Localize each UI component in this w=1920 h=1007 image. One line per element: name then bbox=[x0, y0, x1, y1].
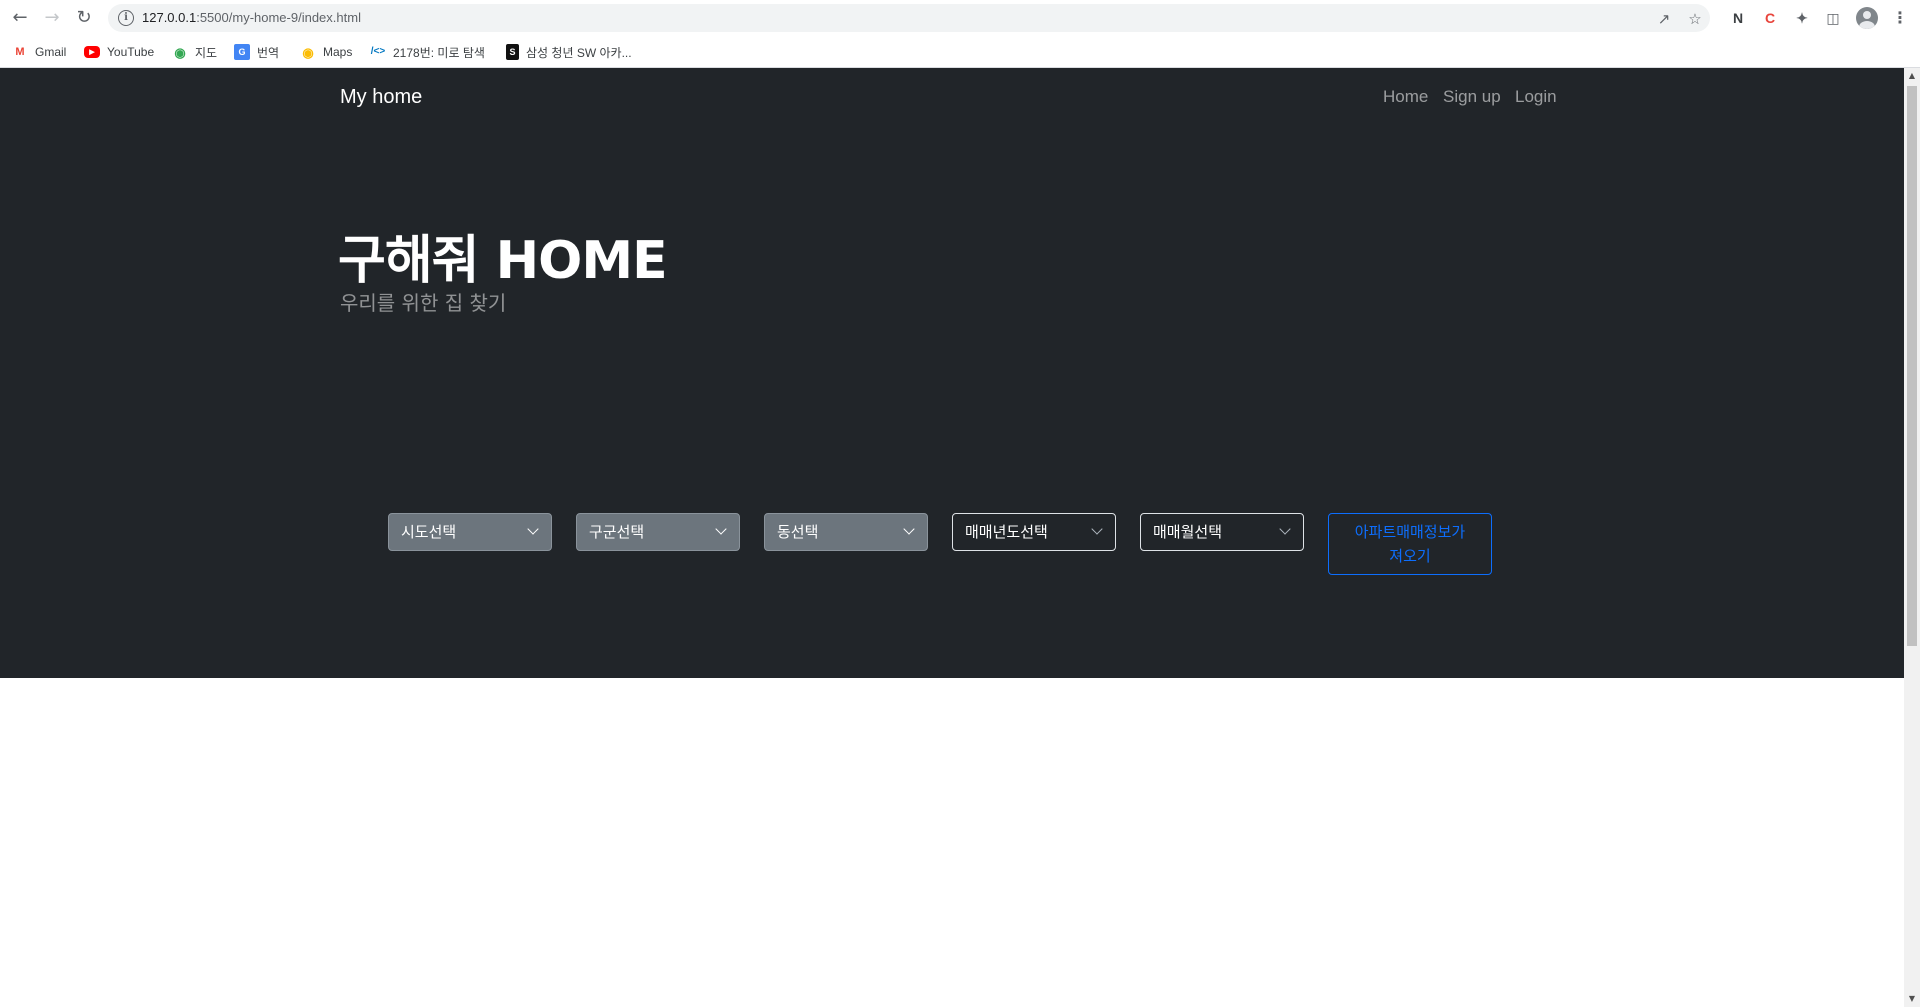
sido-select[interactable]: 시도선택 bbox=[388, 513, 552, 551]
youtube-icon: ▶ bbox=[84, 46, 100, 58]
bookmark-gmail[interactable]: M Gmail bbox=[12, 41, 66, 63]
bookmark-label: 2178번: 미로 탐색 bbox=[393, 45, 485, 60]
scroll-thumb[interactable] bbox=[1907, 86, 1917, 646]
year-select-value: 매매년도선택 bbox=[965, 523, 1048, 541]
nav-login-link[interactable]: Login bbox=[1515, 87, 1557, 107]
scroll-down-arrow-icon[interactable]: ▼ bbox=[1904, 991, 1920, 1007]
browser-menu-icon[interactable]: ⋮ bbox=[1892, 8, 1908, 28]
bookmark-label: 삼성 청년 SW 아카... bbox=[526, 45, 632, 60]
gugun-select[interactable]: 구군선택 bbox=[576, 513, 740, 551]
extension-n-icon[interactable]: N bbox=[1728, 8, 1748, 28]
bookmark-ssafy[interactable]: S 삼성 청년 SW 아카... bbox=[506, 41, 632, 63]
month-select-value: 매매월선택 bbox=[1153, 523, 1223, 541]
bookmark-baekjoon[interactable]: /<> 2178번: 미로 탐색 bbox=[370, 41, 485, 63]
chevron-down-icon bbox=[715, 523, 727, 535]
back-arrow-icon[interactable]: ← bbox=[8, 6, 32, 30]
nav-signup-link[interactable]: Sign up bbox=[1443, 87, 1501, 107]
dong-select-value: 동선택 bbox=[777, 523, 819, 541]
bookmark-label: 지도 bbox=[195, 45, 218, 60]
address-bar[interactable]: i 127.0.0.1:5500/my-home-9/index.html ↗ … bbox=[108, 4, 1710, 32]
year-select[interactable]: 매매년도선택 bbox=[952, 513, 1116, 551]
bookmark-map[interactable]: ◉ 지도 bbox=[172, 41, 217, 63]
bookmark-label: YouTube bbox=[107, 45, 155, 59]
bookmark-label: Maps bbox=[323, 45, 353, 59]
chevron-down-icon bbox=[527, 523, 539, 535]
page-scrollbar[interactable]: ▲ ▼ bbox=[1904, 68, 1920, 1007]
url-host: 127.0.0.1 bbox=[142, 10, 197, 25]
bookmark-label: Gmail bbox=[35, 45, 67, 59]
month-select[interactable]: 매매월선택 bbox=[1140, 513, 1304, 551]
ssafy-icon: S bbox=[506, 44, 519, 60]
bookmark-translate[interactable]: G 번역 bbox=[234, 41, 279, 63]
code-bracket-icon: /<> bbox=[370, 46, 386, 57]
profile-avatar-icon[interactable] bbox=[1856, 7, 1878, 29]
extension-c-icon[interactable]: C bbox=[1760, 8, 1780, 28]
hero-title: 구해줘 HOME bbox=[338, 231, 668, 291]
bookmark-label: 번역 bbox=[257, 45, 280, 60]
scroll-up-arrow-icon[interactable]: ▲ bbox=[1904, 68, 1920, 84]
dong-select[interactable]: 동선택 bbox=[764, 513, 928, 551]
sido-select-value: 시도선택 bbox=[401, 523, 457, 541]
fetch-apartment-deals-button[interactable]: 아파트매매정보가 져오기 bbox=[1328, 513, 1492, 575]
side-panel-icon[interactable]: ◫ bbox=[1823, 8, 1843, 28]
bookmark-star-icon[interactable]: ☆ bbox=[1686, 10, 1704, 28]
hero-subtitle: 우리를 위한 집 찾기 bbox=[340, 291, 507, 315]
forward-arrow-icon[interactable]: → bbox=[40, 6, 64, 30]
button-label-line1: 아파트매매정보가 bbox=[1354, 523, 1466, 541]
extensions-puzzle-icon[interactable]: ✦ bbox=[1792, 8, 1812, 28]
page-viewport: My home Home Sign up Login 구해줘 HOME 우리를 … bbox=[0, 68, 1904, 1007]
share-icon[interactable]: ↗ bbox=[1655, 10, 1673, 28]
button-label-line2: 져오기 bbox=[1389, 547, 1431, 565]
hero-section: My home Home Sign up Login 구해줘 HOME 우리를 … bbox=[0, 68, 1904, 678]
translate-icon: G bbox=[234, 44, 250, 60]
nav-home-link[interactable]: Home bbox=[1383, 87, 1428, 107]
url-text[interactable]: 127.0.0.1:5500/my-home-9/index.html bbox=[142, 10, 361, 25]
bookmark-maps[interactable]: ◉ Maps bbox=[300, 41, 352, 63]
navbar-brand[interactable]: My home bbox=[340, 86, 422, 109]
url-path: :5500/my-home-9/index.html bbox=[196, 10, 361, 25]
gugun-select-value: 구군선택 bbox=[589, 523, 645, 541]
chevron-down-icon bbox=[1279, 523, 1291, 535]
bookmark-youtube[interactable]: ▶ YouTube bbox=[84, 41, 154, 63]
browser-toolbar: ← → ↻ i 127.0.0.1:5500/my-home-9/index.h… bbox=[0, 0, 1920, 36]
chevron-down-icon bbox=[903, 523, 915, 535]
gmail-icon: M bbox=[15, 45, 25, 58]
maps-pin-icon: ◉ bbox=[302, 44, 314, 60]
bookmarks-bar: M Gmail ▶ YouTube ◉ 지도 G 번역 ◉ Maps /<> 2… bbox=[0, 36, 1920, 68]
chevron-down-icon bbox=[1091, 523, 1103, 535]
site-info-icon[interactable]: i bbox=[118, 10, 134, 26]
map-pin-icon: ◉ bbox=[174, 44, 186, 60]
reload-icon[interactable]: ↻ bbox=[72, 6, 96, 30]
